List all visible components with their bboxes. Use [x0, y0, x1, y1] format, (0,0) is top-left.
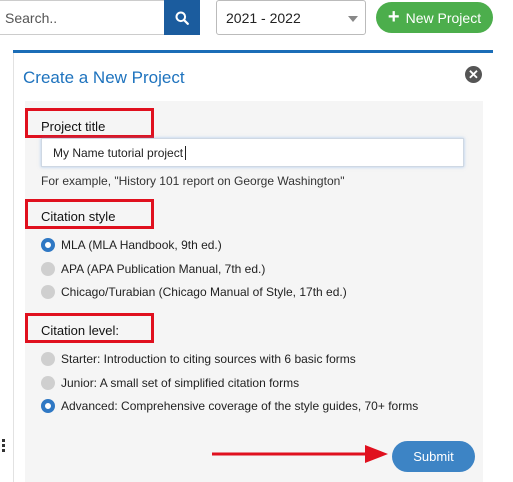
- radio-selected[interactable]: [41, 238, 55, 252]
- chevron-down-icon: [348, 16, 358, 22]
- radio-unselected[interactable]: [41, 376, 55, 390]
- radio-option-chicago[interactable]: Chicago/Turabian (Chicago Manual of Styl…: [41, 285, 347, 299]
- radio-option-apa[interactable]: APA (APA Publication Manual, 7th ed.): [41, 262, 265, 276]
- submit-button[interactable]: Submit: [392, 441, 475, 472]
- option-label: Junior: A small set of simplified citati…: [61, 376, 300, 390]
- radio-option-advanced[interactable]: Advanced: Comprehensive coverage of the …: [41, 399, 418, 413]
- annotation-arrow-icon: [212, 445, 388, 463]
- year-select-value: 2021 - 2022: [226, 9, 301, 26]
- new-project-button[interactable]: + New Project: [376, 2, 493, 33]
- new-project-label: New Project: [405, 9, 482, 26]
- radio-unselected[interactable]: [41, 262, 55, 276]
- drag-handle-icon[interactable]: [2, 439, 5, 454]
- citation-level-label: Citation level:: [41, 323, 120, 338]
- close-icon[interactable]: ✕: [465, 66, 482, 83]
- option-label: Starter: Introduction to citing sources …: [61, 352, 356, 366]
- panel-title: Create a New Project: [23, 68, 185, 87]
- project-title-hint: For example, "History 101 report on Geor…: [41, 174, 345, 188]
- panel-left-border: [13, 53, 14, 482]
- text-cursor: [185, 145, 187, 160]
- citation-style-label: Citation style: [41, 209, 116, 224]
- radio-option-starter[interactable]: Starter: Introduction to citing sources …: [41, 352, 356, 366]
- project-title-value: My Name tutorial project: [53, 145, 184, 160]
- option-label: Chicago/Turabian (Chicago Manual of Styl…: [61, 285, 347, 299]
- radio-unselected[interactable]: [41, 352, 55, 366]
- radio-unselected[interactable]: [41, 285, 55, 299]
- search-input[interactable]: [0, 0, 164, 35]
- option-label: MLA (MLA Handbook, 9th ed.): [61, 238, 222, 252]
- project-title-label: Project title: [41, 119, 106, 134]
- option-label: APA (APA Publication Manual, 7th ed.): [61, 262, 266, 276]
- search-button[interactable]: [164, 0, 200, 35]
- radio-option-mla[interactable]: MLA (MLA Handbook, 9th ed.): [41, 238, 222, 252]
- search-icon: [175, 11, 189, 25]
- top-toolbar: 2021 - 2022 + New Project: [0, 0, 513, 40]
- plus-icon: +: [387, 5, 400, 28]
- option-label: Advanced: Comprehensive coverage of the …: [61, 399, 419, 413]
- radio-option-junior[interactable]: Junior: A small set of simplified citati…: [41, 376, 299, 390]
- year-select[interactable]: 2021 - 2022: [216, 0, 366, 35]
- panel-top-border: [13, 50, 493, 53]
- radio-selected[interactable]: [41, 399, 55, 413]
- project-title-input[interactable]: My Name tutorial project: [41, 138, 464, 167]
